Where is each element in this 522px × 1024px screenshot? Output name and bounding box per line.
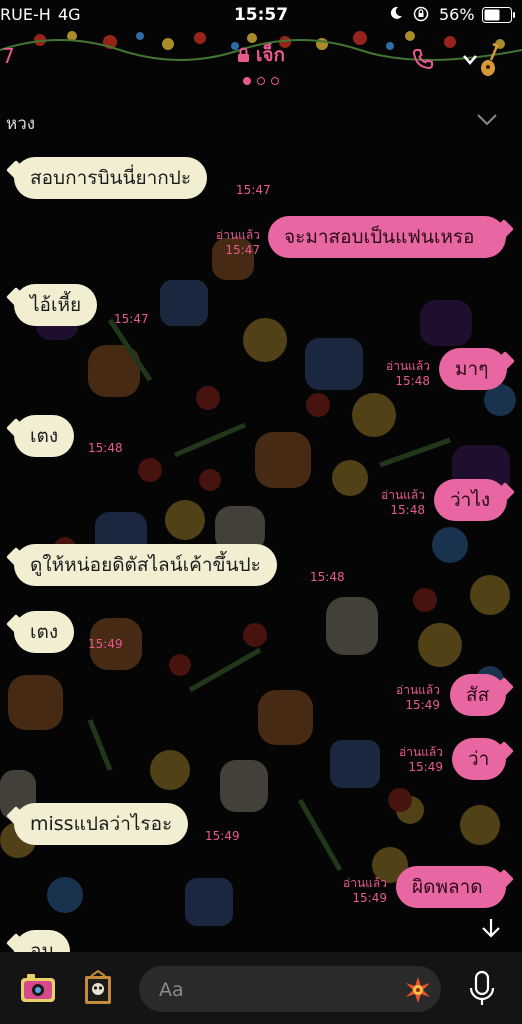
read-receipt: อ่านแล้ว — [399, 745, 443, 759]
message-time: 15:49 — [205, 829, 240, 843]
message-meta: อ่านแล้ว 15:49 — [370, 683, 440, 713]
message-time: 15:48 — [390, 503, 425, 517]
read-receipt: อ่านแล้ว — [386, 359, 430, 373]
message-text: สอบการบินนี่ยากปะ — [30, 167, 192, 189]
message-text: จะมาสอบเป็นแฟนเหรอ — [284, 226, 475, 248]
message-text: มาๆ — [455, 358, 489, 380]
message-text: ว่า — [468, 748, 490, 770]
rotation-lock-icon — [413, 6, 429, 22]
message-input[interactable] — [157, 966, 381, 1014]
message-bubble-incoming[interactable]: missแปลว่าไรอะ — [14, 803, 189, 845]
message-bubble-outgoing[interactable]: จะมาสอบเป็นแฟนเหรอ — [268, 216, 506, 258]
message-bubble-outgoing[interactable]: ว่า — [452, 738, 506, 780]
page-indicator — [0, 70, 522, 89]
read-receipt: อ่านแล้ว — [216, 228, 260, 242]
message-time: 15:49 — [352, 891, 387, 905]
message-time: 15:48 — [395, 374, 430, 388]
message-bubble-outgoing[interactable]: ว่าไง — [434, 479, 507, 521]
announcement-bar[interactable]: หวง — [0, 106, 522, 136]
sticker-icon[interactable] — [403, 975, 433, 1005]
message-text: ว่าไง — [450, 489, 491, 511]
message-bubble-incoming[interactable]: สอบการบินนี่ยากปะ — [14, 157, 208, 199]
message-meta: อ่านแล้ว 15:48 — [360, 359, 430, 389]
message-text: missแปลว่าไรอะ — [30, 813, 173, 835]
message-text: ผิดพลาด — [412, 876, 483, 898]
message-meta: อ่านแล้ว 15:49 — [373, 745, 443, 775]
message-text: ดูให้หน่อยดิตัสไลน์เค้าขึ้นปะ — [30, 554, 261, 576]
camera-icon[interactable] — [20, 972, 56, 1004]
message-meta: อ่านแล้ว 15:48 — [355, 488, 425, 518]
message-meta: อ่านแล้ว 15:49 — [317, 876, 387, 906]
message-time: 15:49 — [405, 698, 440, 712]
photo-icon[interactable] — [83, 970, 113, 1006]
message-time: 15:47 — [114, 312, 149, 326]
read-receipt: อ่านแล้ว — [343, 876, 387, 890]
microphone-icon[interactable] — [468, 970, 496, 1008]
message-text: ไอ้เหี้ย — [30, 294, 82, 316]
battery-icon — [482, 7, 515, 23]
message-time: 15:48 — [88, 441, 123, 455]
chevron-down-icon[interactable] — [462, 54, 478, 66]
message-text: สัส — [466, 684, 490, 706]
message-input-field[interactable] — [139, 966, 441, 1014]
message-bubble-incoming[interactable]: ไอ้เหี้ย — [14, 284, 98, 326]
message-text: เตง — [30, 621, 59, 643]
message-input-bar — [0, 952, 522, 1024]
phone-icon[interactable] — [412, 48, 434, 70]
moon-icon — [390, 6, 402, 19]
message-bubble-incoming[interactable]: เตง — [14, 415, 75, 457]
message-time: 15:47 — [236, 183, 271, 197]
message-time: 15:47 — [225, 243, 260, 257]
message-time: 15:49 — [88, 637, 123, 651]
message-text: เตง — [30, 425, 59, 447]
expand-chevron-icon[interactable] — [477, 114, 497, 126]
chat-header: 7 เจ็ก — [0, 30, 522, 90]
chat-title[interactable]: เจ็ก — [0, 40, 522, 70]
announcement-label: หวง — [6, 114, 36, 134]
read-receipt: อ่านแล้ว — [396, 683, 440, 697]
lock-icon — [237, 47, 249, 62]
message-bubble-incoming[interactable]: ดูให้หน่อยดิตัสไลน์เค้าขึ้นปะ — [14, 544, 277, 586]
message-bubble-outgoing[interactable]: สัส — [450, 674, 506, 716]
message-meta: อ่านแล้ว 15:47 — [190, 228, 260, 258]
battery-percent: 56% — [439, 5, 475, 24]
read-receipt: อ่านแล้ว — [381, 488, 425, 502]
arrow-down-icon[interactable] — [480, 917, 502, 939]
message-time: 15:48 — [310, 570, 345, 584]
message-bubble-incoming[interactable]: เตง — [14, 611, 75, 653]
chat-title-text: เจ็ก — [255, 44, 286, 66]
guitar-icon[interactable] — [479, 42, 499, 78]
message-bubble-outgoing[interactable]: ผิดพลาด — [396, 866, 506, 908]
status-bar: RUE-H 4G 15:57 56% — [0, 0, 522, 30]
message-time: 15:49 — [408, 760, 443, 774]
message-bubble-outgoing[interactable]: มาๆ — [439, 348, 507, 390]
